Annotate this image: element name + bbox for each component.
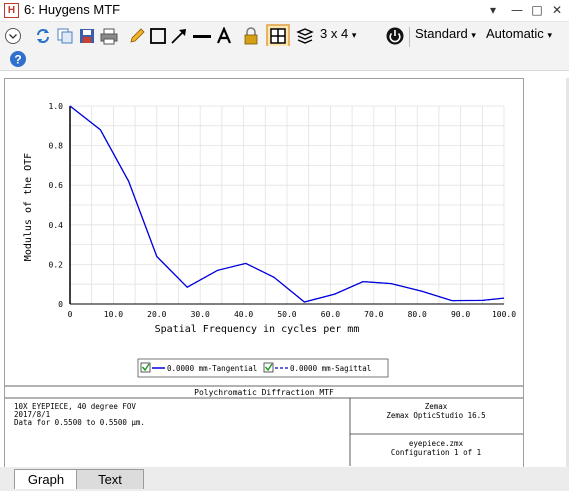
tab-bar: Graph Text [0, 467, 569, 491]
legend-label-tangential: 0.0000 mm-Tangential [167, 364, 257, 373]
x-axis-label: Spatial Frequency in cycles per mm [155, 324, 360, 335]
window-grid-icon[interactable] [266, 24, 290, 46]
chevron-down-icon: ▾ [547, 30, 552, 40]
y-tick-label: 0.4 [49, 221, 64, 230]
save-icon[interactable] [78, 27, 96, 49]
x-tick-label: 70.0 [364, 310, 383, 319]
refresh-icon[interactable] [34, 27, 52, 49]
standard-label: Standard [415, 26, 468, 41]
plot-frame: 0 10.0 20.0 30.0 40.0 50.0 60.0 70.0 80.0 90.0 100… [4, 78, 524, 469]
info-configuration: Configuration 1 of 1 [391, 448, 481, 457]
chevron-down-icon: ▾ [471, 30, 476, 40]
text-icon[interactable] [215, 27, 233, 49]
rectangle-icon[interactable] [149, 27, 167, 49]
dark-theme-icon[interactable] [385, 26, 405, 48]
lock-icon[interactable] [242, 27, 260, 49]
print-icon[interactable] [100, 27, 118, 49]
x-tick-label: 90.0 [451, 310, 470, 319]
info-software: Zemax OpticStudio 16.5 [386, 411, 485, 420]
collapse-icon[interactable] [4, 27, 22, 49]
close-button[interactable]: ✕ [548, 2, 566, 18]
layers-icon[interactable] [296, 27, 314, 49]
chevron-down-icon: ▾ [351, 30, 357, 40]
y-tick-label: 1.0 [49, 102, 64, 111]
info-wavelength: Data for 0.5500 to 0.5500 µm. [14, 418, 145, 427]
y-tick-label: 0.2 [49, 260, 64, 269]
x-tick-label: 10.0 [104, 310, 123, 319]
toolbar: 3 x 4 ▾ Standard ▾ Automatic ▾ ? [0, 22, 569, 71]
svg-text:?: ? [14, 53, 21, 67]
x-tick-label: 50.0 [277, 310, 296, 319]
x-tick-label: 40.0 [234, 310, 253, 319]
pencil-icon[interactable] [128, 27, 146, 49]
info-block: Polychromatic Diffraction MTF 10X EYEPIE… [5, 385, 523, 466]
standard-dropdown[interactable]: Standard ▾ [415, 26, 476, 41]
minimize-button[interactable]: — [508, 2, 526, 18]
grid-size-dropdown[interactable]: 3 x 4 ▾ [320, 26, 356, 41]
app-icon: H [4, 3, 19, 18]
title-bar: H 6: Huygens MTF ▾ — □ ✕ [0, 0, 569, 22]
legend-label-sagittal: 0.0000 mm-Sagittal [290, 364, 371, 373]
mtf-chart: 0 10.0 20.0 30.0 40.0 50.0 60.0 70.0 80.0 90.0 100… [5, 102, 523, 466]
tab-text[interactable]: Text [76, 469, 144, 489]
toolbar-separator [409, 27, 410, 47]
legend: 0.0000 mm-Tangential 0.0000 mm-Sagittal [137, 358, 389, 378]
help-icon[interactable]: ? [9, 50, 27, 72]
x-tick-label: 100.0 [492, 310, 516, 319]
x-tick-label: 0 [68, 310, 73, 319]
chart-ticks: 0 10.0 20.0 30.0 40.0 50.0 60.0 70.0 80.0 90.0 100… [49, 102, 517, 319]
chart-grid [69, 105, 505, 305]
y-axis-label: Modulus of the OTF [23, 153, 34, 261]
maximize-button[interactable]: □ [528, 2, 546, 18]
arrow-icon[interactable] [170, 27, 188, 49]
x-tick-label: 20.0 [147, 310, 166, 319]
tab-graph[interactable]: Graph [14, 469, 78, 489]
line-icon[interactable] [192, 27, 212, 49]
window-menu-button[interactable]: ▾ [484, 2, 502, 18]
automatic-label: Automatic [486, 26, 544, 41]
window-title: 6: Huygens MTF [24, 2, 121, 17]
copy-icon[interactable] [56, 27, 74, 49]
info-title: Polychromatic Diffraction MTF [194, 388, 334, 397]
x-tick-label: 30.0 [191, 310, 210, 319]
y-tick-label: 0 [58, 300, 63, 309]
x-tick-label: 60.0 [321, 310, 340, 319]
info-company: Zemax [425, 402, 448, 411]
automatic-dropdown[interactable]: Automatic ▾ [486, 26, 552, 41]
y-tick-label: 0.6 [49, 181, 64, 190]
y-tick-label: 0.8 [49, 142, 64, 151]
grid-size-label: 3 x 4 [320, 26, 349, 41]
x-tick-label: 80.0 [408, 310, 427, 319]
info-filename: eyepiece.zmx [409, 439, 464, 448]
